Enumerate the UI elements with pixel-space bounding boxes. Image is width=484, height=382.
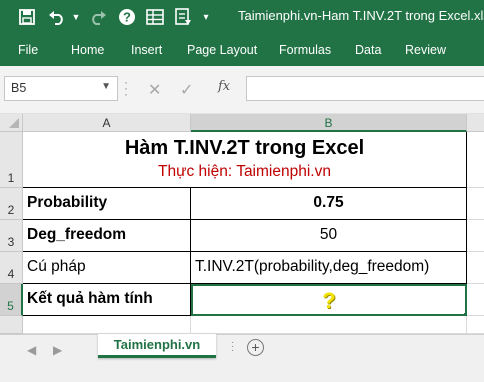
cell-a5[interactable]: Kết quả hàm tính <box>23 284 191 316</box>
tab-home[interactable]: Home <box>71 43 104 57</box>
name-box[interactable]: B5 ▼ <box>4 76 118 101</box>
sheet-tab-taimienphi[interactable]: Taimienphi.vn <box>98 334 216 358</box>
title-bar: ▼ ? ▾ Taimienphi.vn-Ham T.INV.2T trong E… <box>0 0 484 36</box>
previous-sheet-icon[interactable]: ◀ <box>27 343 36 357</box>
cancel-icon[interactable]: ✕ <box>148 80 161 100</box>
cell-b4[interactable]: T.INV.2T(probability,deg_freedom) <box>191 252 467 284</box>
redo-icon[interactable] <box>88 6 108 28</box>
sheet-subtitle: Thực hiện: Taimienphi.vn <box>158 163 331 180</box>
cell-c4[interactable] <box>467 252 484 284</box>
column-header-c[interactable] <box>467 114 484 132</box>
add-sheet-icon[interactable]: + <box>247 339 264 356</box>
row-header-1[interactable]: 1 <box>0 132 23 188</box>
formula-bar: B5 ▼ · · · ✕ ✓ fx <box>0 66 484 114</box>
cell-a2[interactable]: Probability <box>23 188 191 220</box>
cell-b2[interactable]: 0.75 <box>191 188 467 220</box>
formula-bar-grip-icon[interactable]: · · · <box>124 76 130 100</box>
row-header-3[interactable]: 3 <box>0 220 23 252</box>
cell-b3[interactable]: 50 <box>191 220 467 252</box>
ribbon-tabs: File Home Insert Page Layout Formulas Da… <box>0 36 484 66</box>
cell-a3[interactable]: Deg_freedom <box>23 220 191 252</box>
cell-c3[interactable] <box>467 220 484 252</box>
row-header-2[interactable]: 2 <box>0 188 23 220</box>
undo-icon[interactable] <box>46 6 68 28</box>
tab-page-layout[interactable]: Page Layout <box>187 43 257 57</box>
title-cell[interactable]: Hàm T.INV.2T trong Excel Thực hiện: Taim… <box>23 132 467 188</box>
cell-c1[interactable] <box>467 132 484 188</box>
undo-dropdown-icon[interactable]: ▼ <box>70 6 82 28</box>
row-header-4[interactable]: 4 <box>0 252 23 284</box>
tab-data[interactable]: Data <box>355 43 381 57</box>
svg-text:?: ? <box>123 10 131 25</box>
cell-a6[interactable] <box>23 316 191 334</box>
form-icon[interactable] <box>172 6 194 28</box>
window-title: Taimienphi.vn-Ham T.INV.2T trong Excel.x… <box>238 8 484 23</box>
select-all-corner[interactable] <box>0 114 23 132</box>
column-header-a[interactable]: A <box>23 114 191 132</box>
cell-b6[interactable] <box>191 316 467 334</box>
customize-qat-icon[interactable]: ▾ <box>198 6 214 28</box>
tab-file[interactable]: File <box>18 43 38 57</box>
enter-icon[interactable]: ✓ <box>180 80 193 100</box>
save-icon[interactable] <box>16 6 38 28</box>
tab-review[interactable]: Review <box>405 43 446 57</box>
chevron-down-icon[interactable]: ▼ <box>101 81 111 92</box>
next-sheet-icon[interactable]: ▶ <box>53 343 62 357</box>
cell-a4[interactable]: Cú pháp <box>23 252 191 284</box>
cell-b5[interactable]: ? <box>191 284 467 316</box>
tab-insert[interactable]: Insert <box>131 43 162 57</box>
question-mark-icon: ? <box>322 288 336 313</box>
help-icon[interactable]: ? <box>116 6 138 28</box>
formula-input[interactable] <box>246 76 484 101</box>
column-header-b[interactable]: B <box>191 114 467 132</box>
cell-c6[interactable] <box>467 316 484 334</box>
name-box-value: B5 <box>11 81 27 95</box>
sheet-tab-bar: ◀ ▶ Taimienphi.vn · · · + <box>0 334 484 382</box>
row-header-6[interactable] <box>0 316 23 334</box>
cell-c2[interactable] <box>467 188 484 220</box>
row-header-5[interactable]: 5 <box>0 284 23 316</box>
table-icon[interactable] <box>144 6 166 28</box>
sheet-title: Hàm T.INV.2T trong Excel <box>124 137 365 159</box>
tab-formulas[interactable]: Formulas <box>279 43 331 57</box>
insert-function-icon[interactable]: fx <box>218 79 230 94</box>
cell-c5[interactable] <box>467 284 484 316</box>
tab-split-grip-icon[interactable]: · · · <box>231 338 235 356</box>
